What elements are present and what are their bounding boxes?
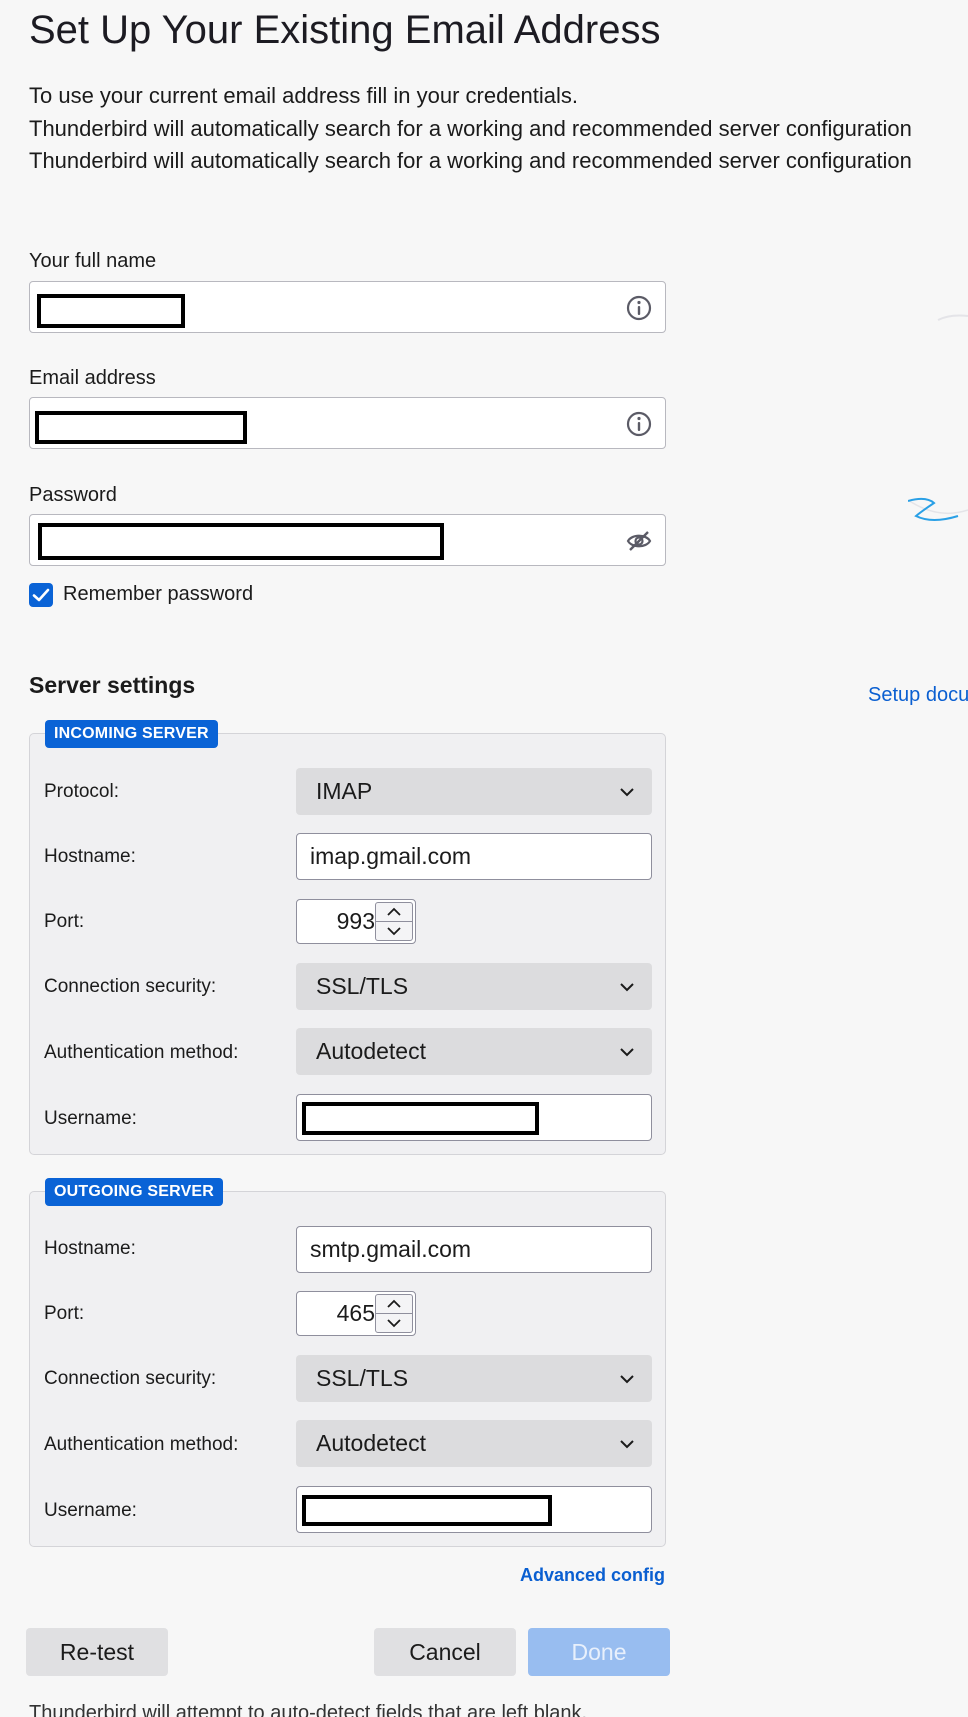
outgoing-security-label: Connection security:: [44, 1368, 217, 1389]
chevron-up-icon[interactable]: [376, 1295, 412, 1314]
redacted-value: [35, 411, 247, 444]
redacted-value: [37, 294, 185, 328]
incoming-protocol-value: IMAP: [316, 778, 373, 804]
outgoing-hostname-input[interactable]: smtp.gmail.com: [296, 1226, 652, 1273]
outgoing-security-value: SSL/TLS: [316, 1365, 409, 1391]
incoming-port-value: 993: [336, 908, 375, 934]
incoming-auth-value: Autodetect: [316, 1038, 426, 1064]
retest-button[interactable]: Re-test: [26, 1628, 168, 1676]
info-icon[interactable]: [625, 294, 653, 322]
full-name-input[interactable]: [29, 281, 666, 333]
outgoing-server-legend: OUTGOING SERVER: [45, 1178, 224, 1206]
full-name-label: Your full name: [29, 250, 157, 272]
incoming-username-label: Username:: [44, 1108, 137, 1129]
incoming-port-label: Port:: [44, 911, 85, 932]
password-input[interactable]: [29, 514, 666, 566]
intro-line-2: Thunderbird will automatically search fo…: [29, 115, 912, 141]
port-stepper-buttons: [375, 1294, 413, 1333]
incoming-server-legend: INCOMING SERVER: [45, 720, 218, 748]
eye-slash-icon[interactable]: [625, 527, 653, 555]
remember-password-label[interactable]: Remember password: [63, 583, 253, 606]
email-label: Email address: [29, 367, 156, 389]
outgoing-username-label: Username:: [44, 1500, 137, 1521]
advanced-config-link[interactable]: Advanced config: [520, 1565, 665, 1586]
outgoing-security-select[interactable]: SSL/TLS: [296, 1355, 652, 1402]
outgoing-auth-value: Autodetect: [316, 1430, 426, 1456]
incoming-auth-select[interactable]: Autodetect: [296, 1028, 652, 1075]
redacted-value: [302, 1102, 539, 1135]
intro-line-1: To use your current email address fill i…: [29, 83, 579, 108]
email-input[interactable]: [29, 397, 666, 449]
outgoing-port-value: 465: [336, 1300, 375, 1326]
incoming-auth-label: Authentication method:: [44, 1042, 239, 1063]
port-stepper-buttons: [375, 902, 413, 941]
incoming-server-fieldset: INCOMING SERVER Protocol: IMAP Hostname:…: [29, 720, 666, 1155]
outgoing-hostname-label: Hostname:: [44, 1238, 136, 1259]
outgoing-port-label: Port:: [44, 1303, 85, 1324]
incoming-hostname-input[interactable]: imap.gmail.com: [296, 833, 652, 880]
incoming-port-stepper[interactable]: 993: [296, 899, 416, 944]
incoming-username-input[interactable]: [296, 1094, 652, 1141]
incoming-security-select[interactable]: SSL/TLS: [296, 963, 652, 1010]
chevron-down-icon[interactable]: [376, 1314, 412, 1332]
page-title: Set Up Your Existing Email Address: [29, 8, 661, 52]
intro-text: To use your current email address fill i…: [29, 80, 912, 178]
incoming-security-value: SSL/TLS: [316, 973, 409, 999]
setup-documentation-link[interactable]: Setup docu: [868, 684, 968, 707]
chevron-down-icon: [620, 1440, 634, 1449]
redacted-value: [38, 523, 444, 560]
outgoing-port-stepper[interactable]: 465: [296, 1291, 416, 1336]
incoming-protocol-select[interactable]: IMAP: [296, 768, 652, 815]
chevron-down-icon: [620, 788, 634, 797]
outgoing-server-fieldset: OUTGOING SERVER Hostname: smtp.gmail.com…: [29, 1178, 666, 1547]
outgoing-username-input[interactable]: [296, 1486, 652, 1533]
redacted-value: [302, 1495, 552, 1526]
info-icon[interactable]: [625, 410, 653, 438]
done-button[interactable]: Done: [528, 1628, 670, 1676]
checkmark-icon: [32, 588, 50, 602]
account-setup-page: Set Up Your Existing Email Address To us…: [0, 0, 968, 1717]
incoming-hostname-label: Hostname:: [44, 846, 136, 867]
cancel-button[interactable]: Cancel: [374, 1628, 516, 1676]
incoming-security-label: Connection security:: [44, 976, 217, 997]
remember-password-checkbox[interactable]: [29, 583, 53, 607]
illustration-decoration: [908, 314, 968, 521]
password-label: Password: [29, 484, 117, 506]
outgoing-auth-label: Authentication method:: [44, 1434, 239, 1455]
chevron-down-icon: [620, 983, 634, 992]
chevron-down-icon[interactable]: [376, 922, 412, 940]
footnote-text: Thunderbird will attempt to auto-detect …: [29, 1702, 588, 1717]
chevron-up-icon[interactable]: [376, 903, 412, 922]
intro-line-3: Thunderbird will automatically search fo…: [29, 148, 912, 173]
outgoing-auth-select[interactable]: Autodetect: [296, 1420, 652, 1467]
chevron-down-icon: [620, 1048, 634, 1057]
incoming-protocol-label: Protocol:: [44, 781, 119, 802]
server-settings-title: Server settings: [29, 672, 196, 698]
chevron-down-icon: [620, 1375, 634, 1384]
